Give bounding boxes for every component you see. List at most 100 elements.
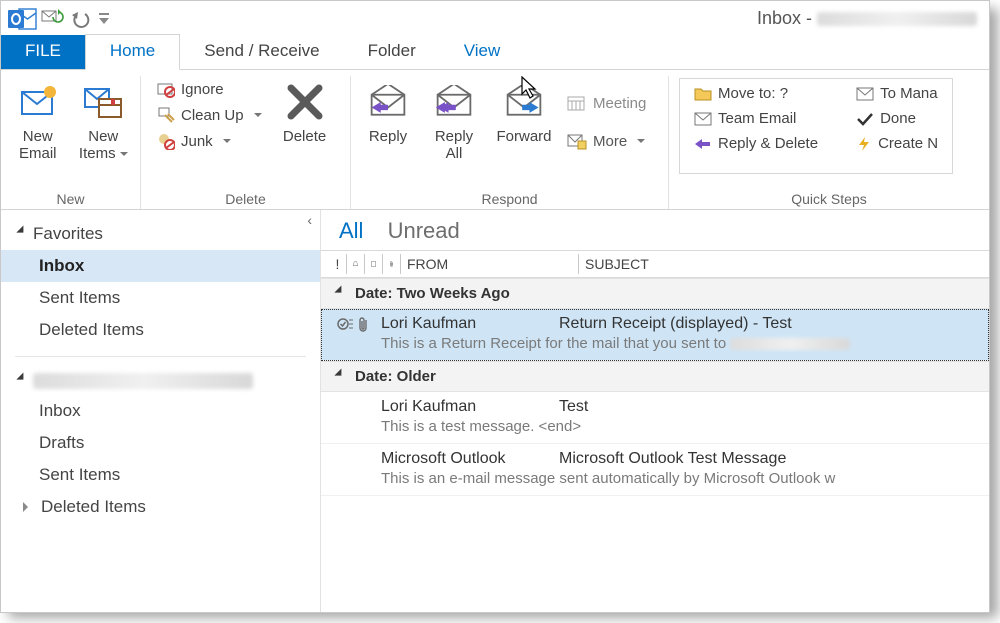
date-group-header[interactable]: Date: Older [321,361,989,392]
clean-up-button[interactable]: Clean Up [151,104,268,126]
message-lead-icons [337,317,369,333]
label: Clean Up [181,107,244,124]
favorites-header[interactable]: Favorites [1,218,320,250]
nav-fav-inbox[interactable]: Inbox [1,250,320,282]
qat-send-receive-icon[interactable] [39,5,67,33]
label: Ignore [181,81,224,98]
group-label: Respond [355,188,664,209]
qat-undo-icon[interactable] [67,5,95,33]
new-email-button[interactable]: New Email [5,76,71,188]
redacted-text [730,338,850,350]
content-area: ‹ Favorites InboxSent ItemsDeleted Items… [1,210,989,612]
group-label: Delete [145,188,346,209]
ignore-icon [157,80,175,98]
nav-acct-deleted-items[interactable]: Deleted Items [1,491,320,523]
label: Reply [435,128,473,145]
message-preview: This is a Return Receipt for the mail th… [381,335,977,352]
label: Done [880,110,916,127]
label: Delete [283,128,326,145]
nav-acct-sent-items[interactable]: Sent Items [1,459,320,491]
label: New [23,128,53,145]
label: Deleted Items [41,497,146,516]
nav-fav-sent-items[interactable]: Sent Items [1,282,320,314]
tab-file[interactable]: FILE [1,35,85,69]
label: Date: Older [355,368,436,385]
forward-button[interactable]: Forward [487,76,561,188]
column-headers[interactable]: ! FROM SUBJECT [321,250,989,278]
filter-all[interactable]: All [339,218,363,243]
col-from[interactable]: FROM [401,254,579,274]
new-items-button[interactable]: New Items [71,76,137,188]
col-reminder-icon[interactable] [347,254,365,274]
filter-unread[interactable]: Unread [388,218,460,243]
message-from: Microsoft Outlook [381,450,559,468]
qs-team-email[interactable]: Team Email [688,108,824,129]
filter-row: All Unread [321,210,989,250]
nav-acct-drafts[interactable]: Drafts [1,427,320,459]
tab-view[interactable]: View [440,35,525,69]
label: Meeting [593,95,646,112]
collapse-icon [334,285,348,299]
expand-icon [16,373,30,387]
quick-steps-panel: Move to: ? To Mana Team Email Done [679,78,953,174]
tab-folder[interactable]: Folder [344,35,440,69]
qs-to-manager[interactable]: To Mana [850,83,944,104]
window-title: Inbox - [757,8,983,29]
expand-icon [16,226,30,240]
group-label: New [5,188,136,209]
lightning-icon [856,136,872,152]
col-subject[interactable]: SUBJECT [579,254,981,274]
reply-arrow-icon [694,137,712,151]
check-icon [856,112,874,126]
account-header[interactable] [1,367,320,395]
message-subject: Return Receipt (displayed) - Test [559,315,977,333]
col-importance-icon[interactable]: ! [329,254,347,274]
message-row[interactable]: Microsoft OutlookMicrosoft Outlook Test … [321,444,989,496]
tab-send-receive[interactable]: Send / Receive [180,35,343,69]
receipt-icon [337,317,353,331]
delete-button[interactable]: Delete [272,76,338,188]
message-from: Lori Kaufman [381,398,559,416]
more-respond-button[interactable]: More [561,130,652,152]
message-row[interactable]: Lori KaufmanTestThis is a test message. … [321,392,989,444]
junk-button[interactable]: Junk [151,130,268,152]
attachment-icon [357,317,369,333]
col-attachment-icon[interactable] [383,254,401,274]
envelope-icon [856,87,874,101]
nav-fav-deleted-items[interactable]: Deleted Items [1,314,320,346]
tab-home[interactable]: Home [85,34,180,70]
message-preview: This is an e-mail message sent automatic… [381,470,977,487]
meeting-button[interactable]: Meeting [561,92,652,114]
delete-icon [283,80,327,124]
label: New [88,128,118,145]
more-icon [567,132,587,150]
qs-move-to[interactable]: Move to: ? [688,83,824,104]
reply-icon [366,80,410,124]
reply-button[interactable]: Reply [355,76,421,188]
label: Team Email [718,110,796,127]
collapse-nav-icon[interactable]: ‹ [307,212,312,228]
qs-done[interactable]: Done [850,108,944,129]
label: Drafts [39,433,84,452]
outlook-window: Inbox - FILE Home Send / Receive Folder … [0,0,990,613]
forward-icon [502,80,546,124]
ribbon-group-delete: Ignore Clean Up [141,76,351,209]
qat-customize-icon[interactable] [95,5,113,33]
reply-all-button[interactable]: Reply All [421,76,487,188]
label: More [593,133,627,150]
label: Move to: ? [718,85,788,102]
nav-acct-inbox[interactable]: Inbox [1,395,320,427]
label: To Mana [880,85,938,102]
ribbon-group-new: New Email New Items [1,76,141,209]
date-group-header[interactable]: Date: Two Weeks Ago [321,278,989,309]
junk-icon [157,132,175,150]
label: Email [19,145,57,162]
col-icon[interactable] [365,254,383,274]
label: Sent Items [39,465,120,484]
ignore-button[interactable]: Ignore [151,78,268,100]
qs-create-new[interactable]: Create N [850,133,944,154]
qs-reply-delete[interactable]: Reply & Delete [688,133,824,154]
label: Junk [181,133,213,150]
label: Inbox [39,401,81,420]
message-row[interactable]: Lori KaufmanReturn Receipt (displayed) -… [321,309,989,361]
